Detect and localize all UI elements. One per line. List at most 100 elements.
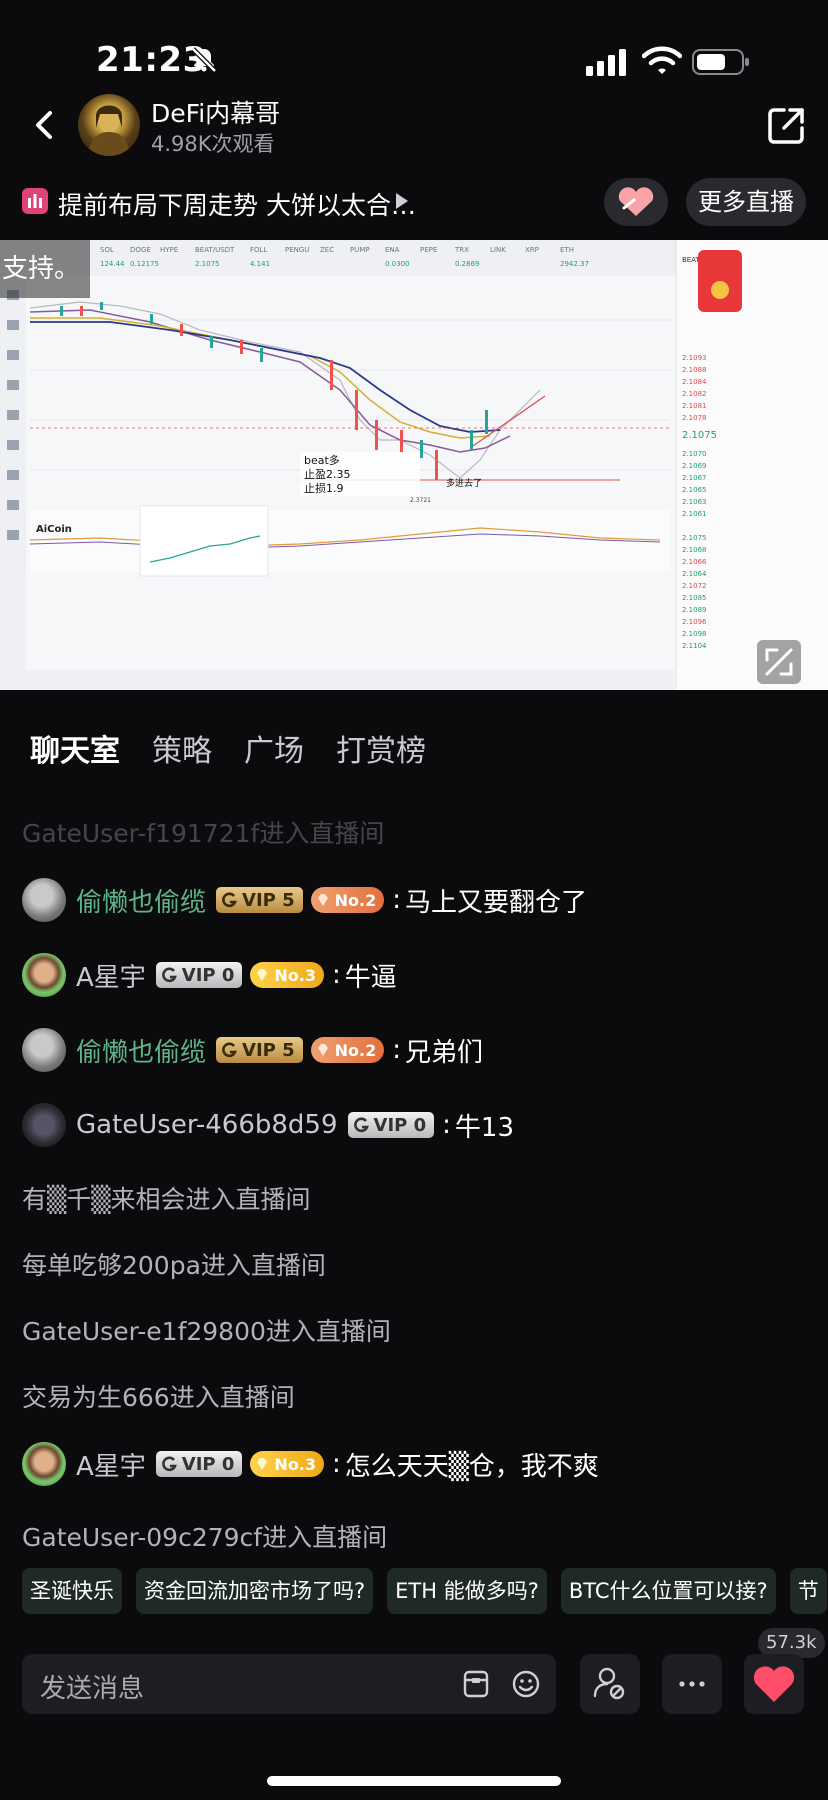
home-indicator[interactable] (267, 1776, 561, 1786)
tab-tip-ranking[interactable]: 打赏榜 (336, 726, 426, 770)
svg-text:2.1069: 2.1069 (682, 462, 707, 470)
cellular-signal-icon (586, 49, 626, 76)
quick-reply-chip[interactable]: 资金回流加密市场了吗? (136, 1568, 374, 1614)
host-name[interactable]: DeFi内幕哥 (151, 94, 280, 130)
chart-note-stop-loss: 止损1.9 (304, 481, 344, 495)
svg-text:PENGU: PENGU (285, 246, 309, 254)
chart-note-title: beat多 (304, 453, 340, 467)
chart-low-price: 2.3721 (410, 497, 431, 504)
vip-badge: VIP 5 (216, 887, 303, 913)
chat-text: 兄弟们 (405, 1037, 484, 1068)
video-subtitle: 支持。 (0, 240, 90, 298)
svg-text:2.1072: 2.1072 (682, 582, 707, 590)
rank-badge: No.3 (250, 962, 325, 988)
system-message: GateUser-09c279cf进入直播间 (22, 1523, 388, 1552)
diamond-icon (317, 1044, 328, 1056)
diamond-icon (317, 894, 328, 906)
play-icon[interactable] (395, 192, 409, 210)
battery-icon (692, 49, 749, 75)
svg-text:2.1084: 2.1084 (682, 378, 707, 386)
quick-reply-chip[interactable]: ETH 能做多吗? (387, 1568, 547, 1614)
vip-badge: VIP 0 (155, 962, 243, 988)
svg-text:2.1075: 2.1075 (682, 534, 707, 542)
follow-heart-button[interactable] (604, 178, 668, 226)
user-block-icon (593, 1667, 625, 1700)
chat-username[interactable]: A星宇 (76, 1446, 146, 1483)
rank-number: No.2 (334, 890, 377, 910)
svg-text:DOGE: DOGE (130, 246, 151, 254)
emoji-icon[interactable] (510, 1668, 542, 1700)
quick-reply-chip[interactable]: 节 (789, 1568, 827, 1614)
rank-number: No.3 (274, 965, 317, 985)
more-options-button[interactable] (662, 1654, 722, 1714)
chat-message: GateUser-466b8d59 VIP 0 : 牛13 (22, 1103, 514, 1147)
chat-text: 马上又要翻仓了 (405, 887, 588, 918)
svg-text:2.1065: 2.1065 (682, 486, 707, 494)
svg-text:HYPE: HYPE (160, 246, 178, 254)
svg-text:0.0300: 0.0300 (385, 260, 410, 268)
back-button[interactable] (26, 105, 66, 145)
host-avatar[interactable] (78, 94, 140, 156)
user-action-button[interactable] (580, 1654, 640, 1714)
chat-message: A星宇 VIP 0 No.3 : 牛逼 (22, 953, 397, 997)
chat-username[interactable]: A星宇 (76, 957, 146, 994)
chat-avatar[interactable] (22, 953, 66, 997)
chat-text: 牛逼 (344, 962, 397, 993)
live-video[interactable]: SOL DOGE HYPE BEAT/USDT FOLL PENGU ZEC PUMP EN… (0, 240, 828, 690)
chart-watermark: AiCoin (36, 524, 72, 535)
heart-hands-icon (618, 187, 654, 216)
bell-off-icon (191, 47, 217, 73)
svg-text:SOL: SOL (100, 246, 114, 254)
svg-text:2.1068: 2.1068 (682, 546, 707, 554)
chat-avatar[interactable] (22, 1028, 66, 1072)
vip-level: VIP 0 (181, 1453, 235, 1475)
svg-text:2942.37: 2942.37 (560, 260, 589, 268)
svg-text:2.1075: 2.1075 (682, 430, 717, 441)
chat-username[interactable]: 偷懒也偷缆 (76, 882, 206, 919)
vip-g-icon (222, 1042, 237, 1058)
vip-g-icon (353, 1117, 369, 1133)
message-colon: : (332, 1449, 341, 1479)
vip-badge: VIP 5 (216, 1037, 303, 1063)
stream-title[interactable]: 提前布局下周走势 大饼以太合… (58, 186, 416, 222)
chat-avatar[interactable] (22, 1442, 66, 1486)
svg-text:0.12175: 0.12175 (130, 260, 159, 268)
vip-g-icon (161, 1456, 177, 1472)
chat-message: 偷懒也偷缆 VIP 5 No.2 : 马上又要翻仓了 (22, 878, 587, 922)
svg-text:2.1088: 2.1088 (682, 366, 707, 374)
svg-text:TRX: TRX (454, 246, 469, 254)
like-button[interactable] (744, 1654, 804, 1714)
message-input[interactable]: 发送消息 (22, 1654, 556, 1714)
quick-reply-list: 圣诞快乐 资金回流加密市场了吗? ETH 能做多吗? BTC什么位置可以接? 节 (22, 1568, 827, 1614)
quick-reply-chip[interactable]: BTC什么位置可以接? (560, 1568, 776, 1614)
chat-username[interactable]: GateUser-466b8d59 (76, 1110, 338, 1140)
share-icon[interactable] (764, 104, 808, 148)
svg-text:LINK: LINK (490, 246, 506, 254)
tab-chat-room[interactable]: 聊天室 (30, 726, 120, 770)
rank-number: No.3 (274, 1454, 317, 1474)
card-icon[interactable] (460, 1668, 492, 1700)
view-count: 4.98K次观看 (151, 132, 275, 156)
vip-level: VIP 5 (242, 889, 295, 911)
heart-icon (753, 1666, 795, 1702)
message-colon: : (332, 960, 341, 990)
quick-reply-chip[interactable]: 圣诞快乐 (22, 1568, 122, 1614)
trading-chart-screen: SOL DOGE HYPE BEAT/USDT FOLL PENGU ZEC PUMP EN… (0, 240, 828, 690)
chat-username[interactable]: 偷懒也偷缆 (76, 1032, 206, 1069)
svg-text:2.1082: 2.1082 (682, 390, 707, 398)
chart-note-entered: 多进去了 (446, 477, 482, 489)
chat-avatar[interactable] (22, 878, 66, 922)
vip-badge: VIP 0 (347, 1112, 435, 1138)
vip-badge: VIP 0 (155, 1451, 243, 1477)
svg-text:2.1063: 2.1063 (682, 498, 707, 506)
fullscreen-icon[interactable] (757, 640, 801, 684)
message-colon: : (392, 1035, 401, 1065)
chat-avatar[interactable] (22, 1103, 66, 1147)
system-message: 交易为生666进入直播间 (22, 1383, 295, 1412)
svg-text:2.1104: 2.1104 (682, 642, 707, 650)
tab-plaza[interactable]: 广场 (244, 726, 304, 770)
svg-text:ZEC: ZEC (320, 246, 334, 254)
more-live-button[interactable]: 更多直播 (686, 178, 806, 226)
chat-message: 偷懒也偷缆 VIP 5 No.2 : 兄弟们 (22, 1028, 483, 1072)
tab-strategy[interactable]: 策略 (152, 726, 212, 770)
